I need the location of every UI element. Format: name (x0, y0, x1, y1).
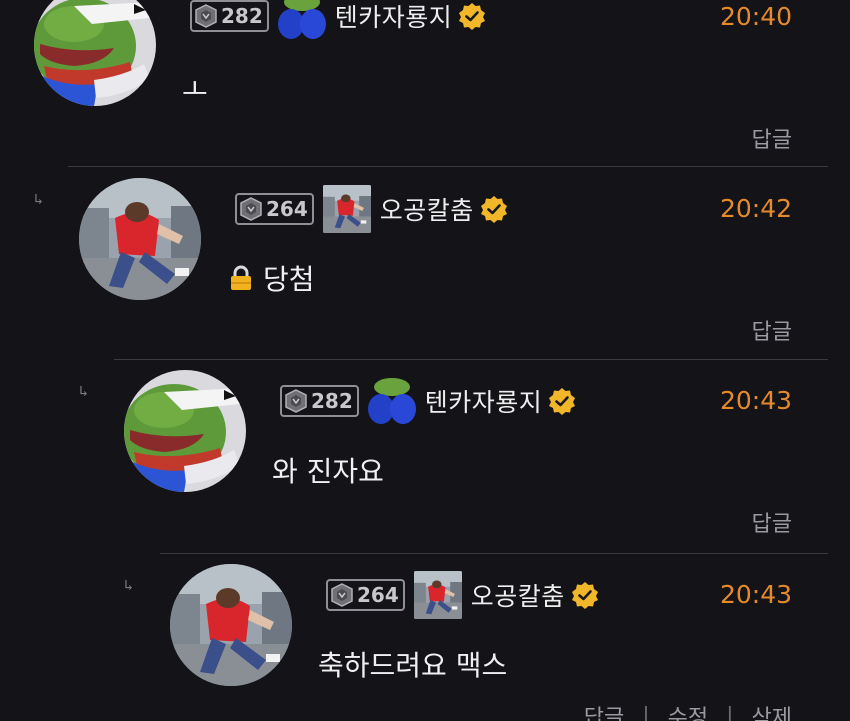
comment-text: 당첨 (227, 258, 315, 298)
blue-frog-icon (277, 0, 327, 40)
reply-button[interactable]: 답글 (752, 314, 792, 346)
comment-time: 20:43 (719, 580, 792, 609)
level-badge: 282 (190, 0, 269, 32)
level-badge: 282 (280, 385, 359, 417)
reply-arrow-icon: ↳ (79, 382, 89, 400)
comment-actions: 답글 (752, 314, 792, 346)
comment-item: ↳ 264 오공칼춤 20:43 축하드려요 맥스 답글 | 수정 | 삭제 (0, 554, 850, 721)
comment-meta: 282 텐카자룡지 (190, 0, 486, 38)
level-icon (239, 197, 263, 221)
comment-thread: 282 텐카자룡지 20:40 ㅗ 답글 ↳ 264 오공칼춤 20:42 당첨… (0, 0, 850, 721)
comment-text: 축하드려요 맥스 (318, 644, 507, 684)
nickname[interactable]: 텐카자룡지 (335, 0, 453, 34)
edit-button[interactable]: 수정 (668, 700, 708, 721)
lock-icon (227, 264, 255, 292)
nickname[interactable]: 텐카자룡지 (425, 383, 543, 419)
verified-badge-icon (571, 581, 599, 609)
comment-meta: 264 오공칼춤 (326, 573, 599, 617)
running-man-icon (413, 571, 463, 619)
running-man-avatar-icon[interactable] (79, 178, 201, 300)
action-separator: | (642, 703, 650, 721)
level-number: 264 (357, 583, 399, 607)
comment-time: 20:42 (719, 194, 792, 223)
comment-text-content: 축하드려요 맥스 (318, 649, 508, 682)
level-icon (284, 389, 308, 413)
reply-button[interactable]: 답글 (584, 700, 624, 721)
reply-button[interactable]: 답글 (752, 506, 792, 538)
frog-avatar-icon[interactable] (124, 370, 246, 492)
comment-item: ↳ 264 오공칼춤 20:42 당첨 답글 (0, 168, 850, 360)
comment-item: ↳ 282 텐카자룡지 20:43 와 진자요 답글 (0, 360, 850, 554)
reply-arrow-icon: ↳ (124, 576, 134, 594)
verified-badge-icon (458, 2, 486, 30)
comment-actions: 답글 (752, 122, 792, 154)
comment-text-content: 와 진자요 (272, 455, 384, 488)
verified-badge-icon (548, 387, 576, 415)
comment-text-content: ㅗ (182, 73, 208, 106)
comment-meta: 264 오공칼춤 (235, 187, 508, 231)
running-man-icon (322, 185, 372, 233)
comment-actions: 답글 | 수정 | 삭제 (584, 700, 792, 721)
comment-actions: 답글 (752, 506, 792, 538)
frog-avatar-icon[interactable] (34, 0, 156, 106)
reply-arrow-icon: ↳ (34, 190, 44, 208)
action-separator: | (726, 703, 734, 721)
level-number: 282 (311, 389, 353, 413)
nickname[interactable]: 오공칼춤 (380, 191, 474, 227)
comment-text: 와 진자요 (272, 450, 384, 490)
level-icon (330, 583, 354, 607)
blue-frog-icon (367, 377, 417, 425)
level-icon (194, 4, 218, 28)
running-man-avatar-icon[interactable] (170, 564, 292, 686)
divider (68, 166, 828, 167)
level-number: 264 (266, 197, 308, 221)
comment-text-content: 당첨 (263, 263, 315, 296)
reply-button[interactable]: 답글 (752, 122, 792, 154)
nickname[interactable]: 오공칼춤 (471, 577, 565, 613)
comment-meta: 282 텐카자룡지 (280, 379, 576, 423)
comment-time: 20:40 (719, 2, 792, 31)
comment-time: 20:43 (719, 386, 792, 415)
level-number: 282 (221, 4, 263, 28)
level-badge: 264 (326, 579, 405, 611)
comment-item: 282 텐카자룡지 20:40 ㅗ 답글 (0, 0, 850, 168)
level-badge: 264 (235, 193, 314, 225)
verified-badge-icon (480, 195, 508, 223)
comment-text: ㅗ (182, 68, 208, 108)
delete-button[interactable]: 삭제 (752, 700, 792, 721)
